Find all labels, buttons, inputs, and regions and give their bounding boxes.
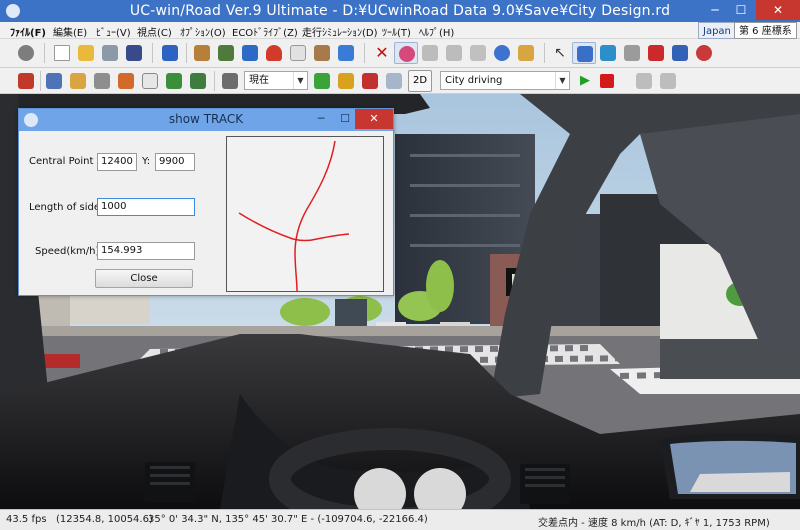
weather-icon[interactable]	[382, 70, 406, 92]
chevron-down-icon: ▼	[555, 72, 569, 89]
window-titlebar: UC-win/Road Ver.9 Ultimate - D:¥UCwinRoa…	[0, 0, 800, 22]
save-icon[interactable]	[122, 42, 146, 64]
stop-button[interactable]	[596, 71, 618, 91]
play-button[interactable]: ▶	[574, 71, 596, 91]
person-icon[interactable]	[692, 42, 716, 64]
flag-icon[interactable]	[644, 42, 668, 64]
signal-red-icon[interactable]	[358, 70, 382, 92]
length-of-sides-input[interactable]: 1000	[97, 198, 195, 216]
region-indicator[interactable]: Japan	[698, 22, 736, 39]
move-up-arrow-icon[interactable]	[418, 42, 442, 64]
menu-help[interactable]: ﾍﾙﾌﾟ(H)	[419, 24, 454, 39]
fly-mode-icon[interactable]	[466, 42, 490, 64]
object-3d-icon[interactable]	[334, 42, 358, 64]
speed-label: Speed(km/h):	[35, 246, 103, 257]
speed-input[interactable]: 154.993	[97, 242, 195, 260]
map-pin-icon[interactable]	[668, 42, 692, 64]
main-toolbar: ✕ ↖	[0, 39, 800, 68]
coordinate-system-indicator[interactable]: 第 6 座標系	[734, 22, 797, 39]
database-icon[interactable]	[98, 42, 122, 64]
delete-cross-icon[interactable]: ✕	[370, 42, 394, 64]
camera-view-icon[interactable]	[218, 70, 242, 92]
model-add-icon[interactable]	[310, 42, 334, 64]
train-icon[interactable]	[620, 42, 644, 64]
menu-edit[interactable]: 編集(E)	[53, 24, 87, 39]
menu-view[interactable]: ﾋﾞｭｰ(V)	[96, 24, 131, 39]
secondary-toolbar: 現在 ▼ 2D City driving ▼ ▶	[0, 68, 800, 94]
close-button[interactable]: ✕	[756, 0, 800, 20]
airplane-icon[interactable]	[596, 42, 620, 64]
view-position-value: 現在	[249, 75, 269, 86]
scenario-value: City driving	[445, 75, 503, 86]
menu-options[interactable]: ｵﾌﾟｼｮﾝ(O)	[180, 24, 226, 39]
show-track-dialog: show TRACK ─ ☐ ✕ Central Point X: 12400 …	[18, 108, 394, 296]
image-frame-icon[interactable]	[186, 70, 210, 92]
track-view-panel[interactable]	[226, 136, 384, 292]
scenario-select[interactable]: City driving ▼	[440, 71, 570, 90]
minimize-button[interactable]: ─	[702, 0, 728, 20]
terrain-grid-icon[interactable]	[190, 42, 214, 64]
open-folder-icon[interactable]	[74, 42, 98, 64]
drive-car-icon[interactable]	[572, 42, 596, 64]
window-title: UC-win/Road Ver.9 Ultimate - D:¥UCwinRoa…	[129, 3, 671, 19]
dialog-maximize-button[interactable]: ☐	[333, 109, 357, 129]
new-file-icon[interactable]	[50, 42, 74, 64]
characters-icon[interactable]	[114, 70, 138, 92]
text-label-icon[interactable]	[138, 70, 162, 92]
view-position-select[interactable]: 現在 ▼	[244, 71, 308, 90]
road-network-icon[interactable]	[42, 70, 66, 92]
traffic-sign-icon[interactable]	[238, 42, 262, 64]
pointer-icon[interactable]: ↖	[548, 42, 572, 64]
dialog-titlebar[interactable]: show TRACK ─ ☐ ✕	[19, 109, 393, 131]
road-edit-icon[interactable]	[158, 42, 182, 64]
walk-mode-icon[interactable]	[514, 42, 538, 64]
central-x-input[interactable]: 12400	[97, 153, 137, 171]
import-icon[interactable]	[66, 70, 90, 92]
settings-gear-icon[interactable]	[14, 42, 38, 64]
signal-yellow-icon[interactable]	[334, 70, 358, 92]
drive-info-readout: 交差点内 - 速度 8 km/h (AT: D, ｷﾞﾔ 1, 1753 RPM…	[538, 518, 770, 529]
pan-cross-icon[interactable]	[442, 42, 466, 64]
scenario-icon[interactable]	[286, 42, 310, 64]
dialog-minimize-button[interactable]: ─	[309, 109, 333, 129]
maximize-button[interactable]: ☐	[728, 0, 754, 20]
road-view-icon[interactable]	[656, 70, 680, 92]
2d-view-button[interactable]: 2D	[408, 70, 432, 92]
central-point-label: Central Point X:	[29, 156, 107, 167]
menu-bar: ﾌｧｲﾙ(F) 編集(E) ﾋﾞｭｰ(V) 視点(C) ｵﾌﾟｼｮﾝ(O) EC…	[0, 22, 800, 39]
rotate-view-icon[interactable]	[394, 42, 418, 64]
central-y-label: Y:	[142, 156, 151, 167]
brush-icon[interactable]	[90, 70, 114, 92]
close-dialog-button[interactable]: Close	[95, 269, 193, 288]
trees-icon[interactable]	[162, 70, 186, 92]
signal-green-icon[interactable]	[310, 70, 334, 92]
menu-camera[interactable]: 視点(C)	[137, 24, 172, 39]
position-readout: (12354.8, 10054.6)	[56, 514, 153, 525]
fps-readout: 43.5 fps	[6, 514, 47, 525]
track-map	[238, 140, 350, 292]
status-bar: 43.5 fps (12354.8, 10054.6) 35° 0' 34.3"…	[0, 509, 800, 530]
road-plan-icon[interactable]	[214, 42, 238, 64]
capture-icon[interactable]	[632, 70, 656, 92]
menu-eco-drive[interactable]: ECOﾄﾞﾗｲﾌﾞ(Z)	[232, 24, 298, 39]
latlon-readout: 35° 0' 34.3" N, 135° 45' 30.7" E - (-109…	[148, 514, 428, 525]
stop-icon	[600, 74, 614, 88]
vehicle-icon[interactable]	[262, 42, 286, 64]
orbit-icon[interactable]	[490, 42, 514, 64]
central-y-input[interactable]: 9900	[155, 153, 195, 171]
menu-file[interactable]: ﾌｧｲﾙ(F)	[10, 24, 46, 39]
dialog-close-button[interactable]: ✕	[355, 109, 393, 129]
chevron-down-icon: ▼	[293, 72, 307, 89]
menu-tools[interactable]: ﾂｰﾙ(T)	[382, 24, 411, 39]
menu-driving-simulation[interactable]: 走行ｼﾐｭﾚｰｼｮﾝ(D)	[302, 24, 378, 39]
text-style-icon[interactable]	[14, 70, 38, 92]
